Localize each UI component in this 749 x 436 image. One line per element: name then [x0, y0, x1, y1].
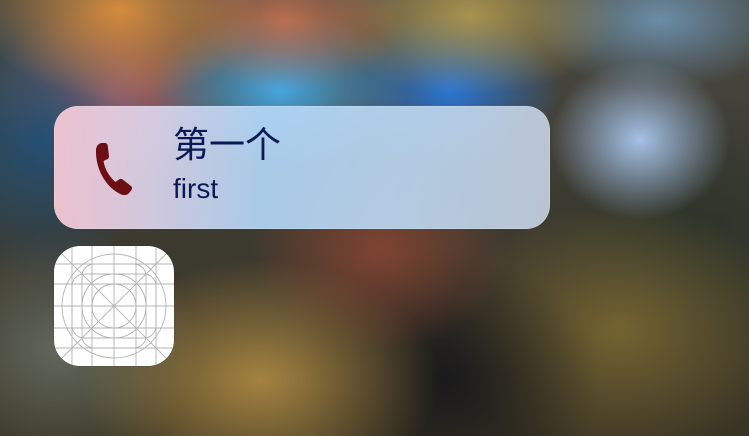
app-icon-grid-template	[54, 246, 174, 366]
quick-action-item[interactable]: 第一个 first	[54, 106, 550, 229]
phone-icon	[96, 143, 133, 196]
app-icon[interactable]	[54, 246, 174, 366]
quick-action-subtitle: first	[173, 173, 219, 204]
quick-action-title: 第一个	[173, 125, 282, 166]
